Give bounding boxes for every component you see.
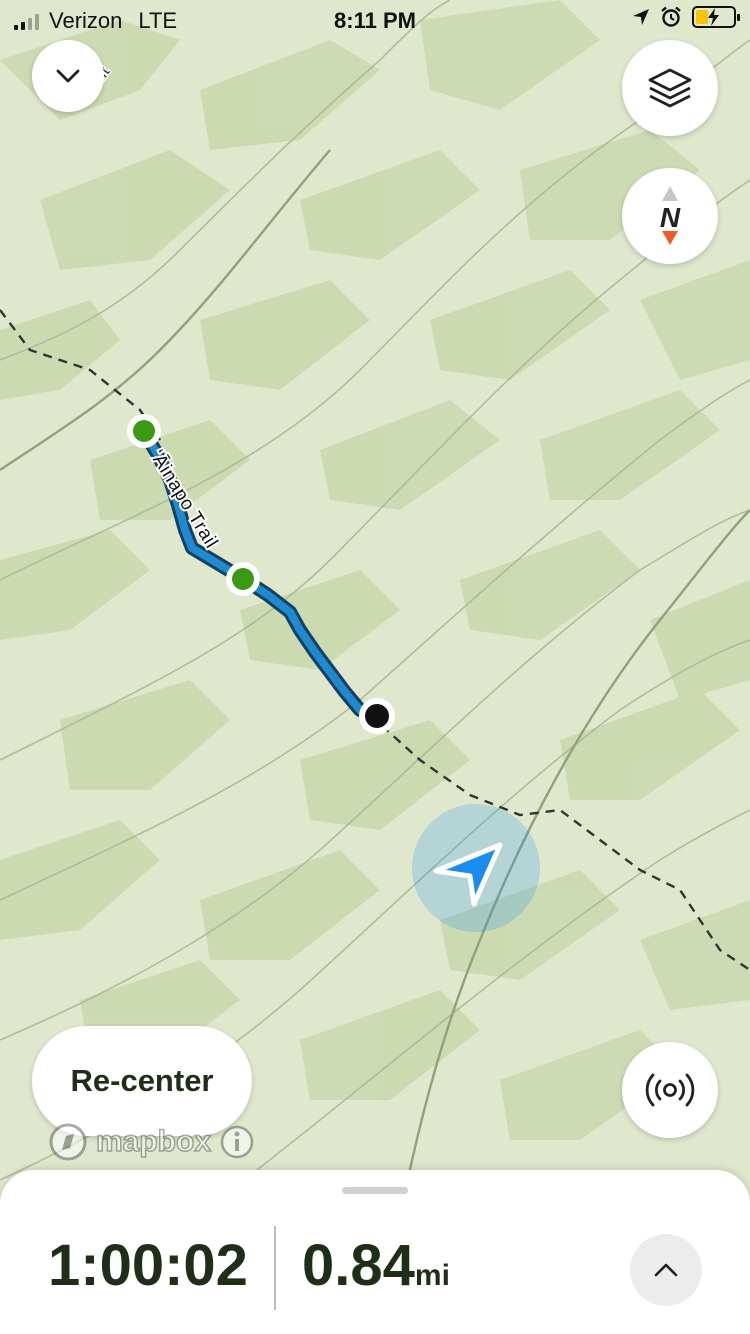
sheet-handle[interactable] — [342, 1187, 408, 1194]
stats-sheet[interactable]: 1:00:02 0.84mi — [0, 1170, 750, 1334]
compass-button[interactable]: N — [622, 168, 718, 264]
info-icon[interactable] — [219, 1124, 255, 1160]
status-bar: Verizon LTE 8:11 PM — [0, 0, 750, 40]
mapbox-attribution[interactable]: mapbox — [48, 1122, 255, 1162]
mapbox-logo-icon — [49, 1123, 87, 1161]
broadcast-button[interactable] — [622, 1042, 718, 1138]
expand-stats-button[interactable] — [630, 1234, 702, 1306]
distance-unit: mi — [414, 1259, 450, 1292]
current-location — [412, 804, 540, 932]
location-arrow-icon — [633, 9, 649, 25]
distance-value: 0.84mi — [302, 1232, 450, 1299]
chevron-down-icon — [56, 69, 80, 83]
battery-charging-icon — [692, 6, 740, 28]
layers-icon — [648, 68, 692, 108]
alarm-icon — [661, 6, 681, 27]
track-end-marker[interactable] — [359, 698, 395, 734]
compass-letter: N — [660, 202, 681, 233]
distance-number: 0.84 — [302, 1233, 415, 1298]
broadcast-icon — [645, 1073, 695, 1107]
elapsed-time: 1:00:02 — [48, 1233, 248, 1298]
waypoint-mid[interactable] — [226, 562, 260, 596]
recenter-label: Re-center — [70, 1063, 214, 1098]
compass-icon: N — [660, 186, 681, 245]
chevron-up-icon — [654, 1263, 678, 1277]
stats-divider — [274, 1226, 276, 1310]
recenter-button[interactable]: Re-center — [32, 1026, 252, 1136]
mapbox-wordmark: mapbox — [95, 1124, 212, 1159]
layers-button[interactable] — [622, 40, 718, 136]
collapse-button[interactable] — [32, 40, 104, 112]
waypoint-start[interactable] — [127, 414, 161, 448]
